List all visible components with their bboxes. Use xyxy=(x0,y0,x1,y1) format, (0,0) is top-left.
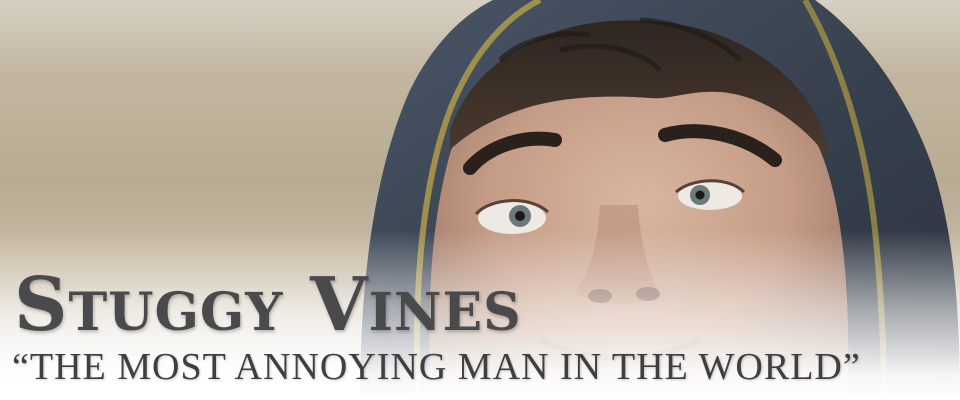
tagline: “THE MOST ANNOYING MAN IN THE WORLD” xyxy=(12,346,861,388)
page-title: Stuggy Vines xyxy=(14,262,522,348)
header-banner: Stuggy Vines “THE MOST ANNOYING MAN IN T… xyxy=(0,0,960,400)
